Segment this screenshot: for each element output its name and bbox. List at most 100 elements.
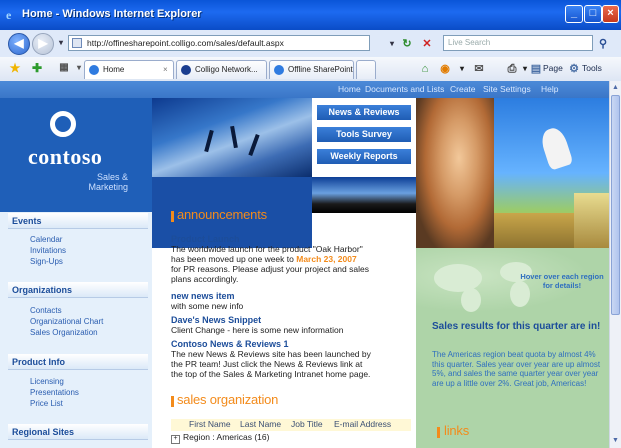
print-icon[interactable]: ⎙ bbox=[505, 62, 519, 76]
new-tab-button[interactable] bbox=[356, 60, 376, 79]
tools-survey-button[interactable]: Tools Survey bbox=[316, 126, 412, 143]
nav-link-contacts[interactable]: Contacts bbox=[30, 306, 62, 315]
contoso-logo-icon bbox=[50, 111, 76, 137]
topnav-create-link[interactable]: Create bbox=[450, 84, 476, 94]
header-photo-jumper bbox=[494, 98, 609, 248]
promo-body: The Americas region beat quota by almost… bbox=[432, 350, 601, 388]
stop-icon[interactable]: ✕ bbox=[420, 37, 434, 51]
topnav-home-link[interactable]: Home bbox=[338, 84, 361, 94]
announcement-body: The new News & Reviews site has been lau… bbox=[171, 349, 371, 379]
announcement-line: The worldwide launch for the product "Oa… bbox=[171, 244, 363, 254]
silhouette bbox=[204, 129, 214, 153]
announcement-title[interactable]: new news item bbox=[171, 291, 235, 301]
group-row-label: Region : Americas (16) bbox=[183, 432, 270, 442]
news-reviews-button[interactable]: News & Reviews bbox=[316, 104, 412, 121]
recent-pages-dropdown-icon[interactable]: ▾ bbox=[54, 36, 68, 50]
tab-page-icon bbox=[181, 65, 191, 75]
url-text: http://offinesharepoint.colligo.com/sale… bbox=[87, 38, 284, 48]
logo-subtitle: Sales & Marketing bbox=[60, 172, 128, 192]
logo-sub-line1: Sales & bbox=[96, 172, 128, 182]
vertical-scrollbar[interactable]: ▲ ▼ bbox=[609, 81, 621, 448]
column-header-first-name[interactable]: First Name bbox=[189, 419, 231, 429]
minimize-button[interactable]: _ bbox=[565, 5, 583, 23]
nav-link-sales-org[interactable]: Sales Organization bbox=[30, 328, 98, 337]
tools-menu-label[interactable]: Tools bbox=[582, 63, 602, 73]
tab-bar: ★ ✚ ▦ ▾ Home × Colligo Network... Offlin… bbox=[0, 57, 621, 82]
nav-link-signups[interactable]: Sign-Ups bbox=[30, 257, 63, 266]
nav-section-regional-sites[interactable]: Regional Sites bbox=[8, 424, 148, 440]
sales-org-table-header: First Name Last Name Job Title E-mail Ad… bbox=[171, 419, 411, 431]
tab-colligo-network[interactable]: Colligo Network... bbox=[176, 60, 267, 79]
grass bbox=[574, 193, 609, 248]
scrollbar-thumb[interactable] bbox=[611, 95, 620, 315]
tab-colligo-label: Colligo Network... bbox=[195, 65, 258, 74]
announcement-line: has been moved up one week to March 23, … bbox=[171, 254, 369, 264]
url-field[interactable]: http://offinesharepoint.colligo.com/sale… bbox=[68, 35, 370, 51]
announcement-line: plans accordingly. bbox=[171, 274, 239, 284]
announcements-heading: announcements bbox=[177, 207, 267, 222]
heading-marker bbox=[171, 396, 174, 407]
page-viewport: Home Documents and Lists Create Site Set… bbox=[0, 81, 609, 448]
address-dropdown-icon[interactable]: ▾ bbox=[385, 37, 399, 51]
nav-link-calendar[interactable]: Calendar bbox=[30, 235, 62, 244]
group-row[interactable]: + Region : Americas (16) bbox=[171, 432, 269, 444]
close-tab-icon[interactable]: × bbox=[163, 61, 168, 79]
nav-link-price-list[interactable]: Price List bbox=[30, 399, 63, 408]
column-header-last-name[interactable]: Last Name bbox=[240, 419, 281, 429]
tab-offline-label: Offline SharePoint bbox=[288, 65, 353, 74]
topnav-documents-link[interactable]: Documents and Lists bbox=[365, 84, 444, 94]
quick-tabs-icon[interactable]: ▦ bbox=[57, 61, 71, 75]
announcement-text: has been moved up one week to bbox=[171, 254, 297, 264]
title-bar: e Home - Windows Internet Explorer _ □ × bbox=[0, 0, 621, 30]
close-window-button[interactable]: × bbox=[602, 5, 619, 23]
topnav-site-settings-link[interactable]: Site Settings bbox=[483, 84, 531, 94]
announcement-body: with some new info bbox=[171, 301, 244, 311]
favorites-star-icon[interactable]: ★ bbox=[8, 61, 22, 75]
weekly-reports-button[interactable]: Weekly Reports bbox=[316, 148, 412, 165]
tab-page-icon bbox=[89, 65, 99, 75]
expand-icon[interactable]: + bbox=[171, 435, 180, 444]
header-photo-woman bbox=[416, 98, 494, 248]
page-menu-icon[interactable]: ▤ bbox=[529, 62, 543, 76]
announcement-line: The new News & Reviews site has been lau… bbox=[171, 349, 371, 359]
nav-link-presentations[interactable]: Presentations bbox=[30, 388, 79, 397]
announcement-title[interactable]: Dave's News Snippet bbox=[171, 315, 261, 325]
scroll-up-icon[interactable]: ▲ bbox=[611, 83, 620, 93]
topnav-help-link[interactable]: Help bbox=[541, 84, 558, 94]
address-toolbar: ◀ ▶ ▾ http://offinesharepoint.colligo.co… bbox=[0, 30, 621, 58]
tools-menu-icon[interactable]: ⚙ bbox=[567, 62, 581, 76]
announcement-line: the top of the Sales & Marketing Intrane… bbox=[171, 369, 371, 379]
tab-page-icon bbox=[274, 65, 284, 75]
nav-link-licensing[interactable]: Licensing bbox=[30, 377, 64, 386]
jumping-person bbox=[538, 125, 574, 171]
add-favorites-icon[interactable]: ✚ bbox=[30, 61, 44, 75]
search-input[interactable]: Live Search bbox=[443, 35, 593, 51]
read-mail-icon[interactable]: ✉ bbox=[472, 62, 486, 76]
feeds-icon[interactable]: ◉ bbox=[438, 62, 452, 76]
tab-offline-sharepoint[interactable]: Offline SharePoint bbox=[269, 60, 354, 79]
search-icon[interactable]: ⚲ bbox=[596, 37, 610, 51]
maximize-button[interactable]: □ bbox=[584, 5, 602, 23]
nav-link-invitations[interactable]: Invitations bbox=[30, 246, 66, 255]
logo-sub-line2: Marketing bbox=[88, 182, 128, 192]
heading-marker bbox=[171, 211, 174, 222]
column-header-email[interactable]: E-mail Address bbox=[334, 419, 391, 429]
nav-section-product-info[interactable]: Product Info bbox=[8, 354, 148, 370]
refresh-icon[interactable]: ↻ bbox=[400, 37, 414, 51]
nav-link-org-chart[interactable]: Organizational Chart bbox=[30, 317, 103, 326]
home-icon[interactable]: ⌂ bbox=[418, 62, 432, 76]
tab-home[interactable]: Home × bbox=[84, 60, 174, 79]
back-button[interactable]: ◀ bbox=[8, 33, 30, 55]
scroll-down-icon[interactable]: ▼ bbox=[611, 436, 620, 446]
logo-text[interactable]: contoso bbox=[28, 144, 102, 170]
silhouette bbox=[230, 125, 238, 149]
nav-section-organizations[interactable]: Organizations bbox=[8, 282, 148, 298]
column-header-job-title[interactable]: Job Title bbox=[291, 419, 323, 429]
announcement-title[interactable]: Product Launch bbox=[171, 234, 240, 244]
feeds-dropdown-icon[interactable]: ▾ bbox=[455, 62, 469, 76]
announcement-title[interactable]: Contoso News & Reviews 1 bbox=[171, 339, 289, 349]
nav-section-events[interactable]: Events bbox=[8, 213, 148, 229]
page-menu-label[interactable]: Page bbox=[543, 63, 563, 73]
tab-home-label: Home bbox=[103, 65, 125, 74]
forward-button[interactable]: ▶ bbox=[32, 33, 54, 55]
